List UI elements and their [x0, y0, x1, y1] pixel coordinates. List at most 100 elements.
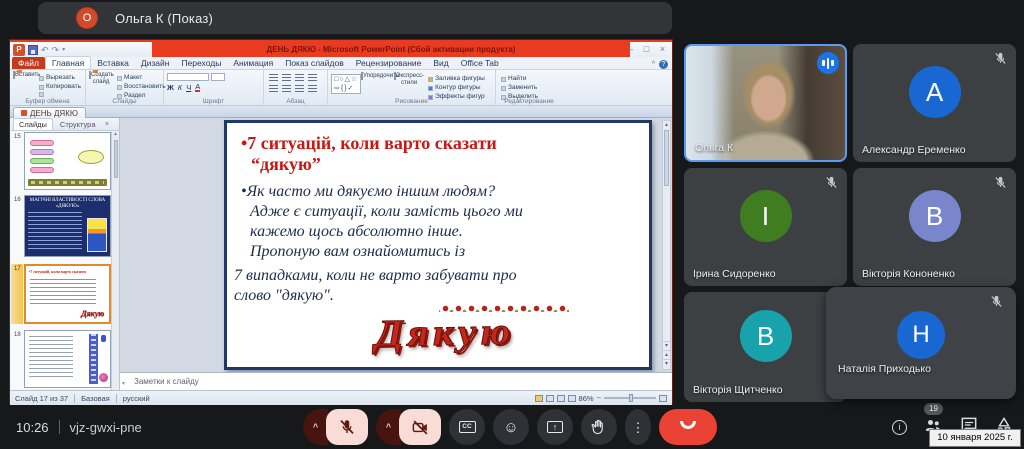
scroll-thumb[interactable] [664, 130, 669, 186]
format-painter-button[interactable] [39, 92, 82, 97]
tile-irina[interactable]: І Ірина Сидоренко [684, 168, 847, 286]
camera-options-chevron[interactable]: ^ [376, 409, 401, 445]
tile-alexandr[interactable]: А Александр Еременко [853, 44, 1016, 162]
restore-button[interactable]: □ [641, 44, 652, 54]
tile-viktoria-k[interactable]: В Вікторія Кононенко [853, 168, 1016, 286]
more-options-button[interactable]: ⋮ [625, 409, 651, 445]
participant-name: Александр Еременко [862, 144, 966, 156]
tab-transitions[interactable]: Переходы [175, 57, 227, 69]
zoom-slider[interactable] [604, 397, 656, 399]
tile-natalia[interactable]: Н Наталія Приходько [826, 287, 1016, 399]
raise-hand-button[interactable] [581, 409, 617, 445]
fit-to-window-icon[interactable] [659, 395, 667, 402]
panel-close-icon[interactable]: × [105, 119, 109, 130]
font-color-button[interactable]: А [195, 83, 200, 92]
align-left-icon[interactable] [269, 85, 278, 93]
tab-home[interactable]: Главная [45, 56, 91, 69]
tab-file[interactable]: Файл [12, 57, 45, 69]
cut-button[interactable]: Вырезать [39, 74, 82, 82]
reset-button[interactable]: Восстановить [117, 83, 160, 91]
next-slide-icon[interactable]: ▾ [663, 359, 670, 368]
thumbnail-slide-16[interactable]: МАГІЧНІ ВЛАСТИВОСТІ СЛОВА «ДЯКУЮ» [24, 195, 111, 257]
bullets-icon[interactable] [269, 74, 278, 82]
tab-outline-pane[interactable]: Структура [54, 118, 102, 130]
scroll-down-icon[interactable]: ▾ [663, 341, 670, 350]
minimize-button[interactable]: – [625, 44, 636, 54]
slide-sorter-icon[interactable] [546, 395, 554, 402]
font-size-select[interactable] [211, 73, 225, 81]
zoom-handle[interactable] [629, 394, 633, 402]
tile-olga-video[interactable]: Ольга К [684, 44, 847, 162]
end-call-button[interactable] [659, 409, 717, 445]
layout-button[interactable]: Макет [117, 74, 160, 82]
close-button[interactable]: × [657, 44, 668, 54]
tile-viktoria-sh[interactable]: В Вікторія Щитченко [684, 292, 847, 402]
shape-fill-button[interactable]: Заливка фигуры [428, 75, 485, 83]
reading-view-icon[interactable] [557, 395, 565, 402]
thumbnail-slide-18[interactable] [24, 330, 111, 388]
quick-access-toolbar[interactable]: P ↶ ↷ ▾ [13, 43, 65, 56]
normal-view-icon[interactable] [535, 395, 543, 402]
thumbnail-slide-15[interactable] [24, 132, 111, 190]
tab-animations[interactable]: Анимация [227, 57, 279, 69]
current-slide[interactable]: •7 ситуацій, коли варто сказати “дякую” … [224, 120, 652, 370]
shapes-gallery[interactable]: □○△☆ ⇨{}✓ [331, 74, 361, 94]
italic-button[interactable]: К [178, 83, 182, 92]
shape-outline-button[interactable]: Контур фигуры [428, 84, 485, 92]
mic-options-chevron[interactable]: ^ [303, 409, 328, 445]
font-name-select[interactable] [167, 73, 209, 81]
ppt-title-bar: P ↶ ↷ ▾ ДЕНЬ ДЯКЮ - Microsoft PowerPoint… [10, 42, 672, 57]
document-tab[interactable]: ДЕНЬ ДЯКЮ [13, 107, 86, 118]
tab-review[interactable]: Рецензирование [350, 57, 428, 69]
language[interactable]: русский [123, 394, 150, 403]
new-slide-button[interactable]: Создатьслайд [89, 72, 113, 85]
zoom-out-icon[interactable]: – [597, 394, 601, 402]
paste-button[interactable]: Вставить [13, 72, 37, 79]
copy-button[interactable]: Копировать [39, 83, 82, 91]
slide-scrollbar[interactable]: ▴ ▾ ▴ ▾ [662, 120, 671, 370]
phone-hangup-icon [680, 421, 696, 429]
tab-slides-pane[interactable]: Слайды [13, 118, 53, 130]
present-button[interactable]: ↑ [537, 409, 573, 445]
tab-slideshow[interactable]: Показ слайдов [279, 57, 350, 69]
scroll-up-icon[interactable]: ▴ [112, 131, 119, 138]
captions-button[interactable]: CC [449, 409, 485, 445]
doc-icon [21, 110, 27, 116]
bold-button[interactable]: Ж [167, 83, 174, 92]
replace-button[interactable]: Заменить [501, 84, 559, 92]
save-icon[interactable] [28, 45, 38, 55]
find-button[interactable]: Найти [501, 75, 559, 83]
reactions-button[interactable]: ☺ [493, 409, 529, 445]
mic-muted-button[interactable] [326, 409, 368, 445]
align-center-icon[interactable] [282, 85, 291, 93]
qat-dropdown-icon[interactable]: ▾ [62, 44, 65, 56]
help-icon[interactable]: ? [659, 60, 668, 69]
redo-icon[interactable]: ↷ [52, 44, 60, 56]
previous-slide-icon[interactable]: ▴ [663, 350, 670, 359]
tab-insert[interactable]: Вставка [91, 57, 135, 69]
align-right-icon[interactable] [295, 85, 304, 93]
slide-number: 17 [14, 266, 21, 272]
quick-styles-button[interactable]: Экспресс-стили [393, 73, 425, 86]
undo-icon[interactable]: ↶ [41, 44, 49, 56]
info-button[interactable]: i [892, 420, 907, 435]
ribbon-collapse-icon[interactable]: ^ [652, 61, 655, 68]
panel-scrollbar[interactable]: ▴ [111, 131, 119, 390]
spacing-icon[interactable] [308, 74, 317, 82]
tab-office-tab[interactable]: Office Tab [455, 57, 505, 69]
participant-name: Ірина Сидоренко [693, 268, 776, 280]
tab-view[interactable]: Вид [427, 57, 454, 69]
presenter-banner[interactable]: О Ольга К (Показ) [38, 2, 672, 34]
tab-design[interactable]: Дизайн [135, 57, 176, 69]
numbering-icon[interactable] [282, 74, 291, 82]
thumbnail-slide-17-selected[interactable]: •7 ситуацій, коли варто сказати Дякую [24, 264, 111, 324]
underline-button[interactable]: Ч [186, 83, 191, 92]
scroll-thumb[interactable] [114, 140, 118, 178]
notes-pane[interactable]: ▾ Заметки к слайду [120, 372, 672, 390]
slideshow-icon[interactable] [568, 395, 576, 402]
justify-icon[interactable] [308, 85, 317, 93]
camera-off-button[interactable] [399, 409, 441, 445]
scroll-up-icon[interactable]: ▴ [665, 122, 668, 128]
arrange-button[interactable]: Упорядочить [361, 73, 393, 80]
indent-icon[interactable] [295, 74, 304, 82]
